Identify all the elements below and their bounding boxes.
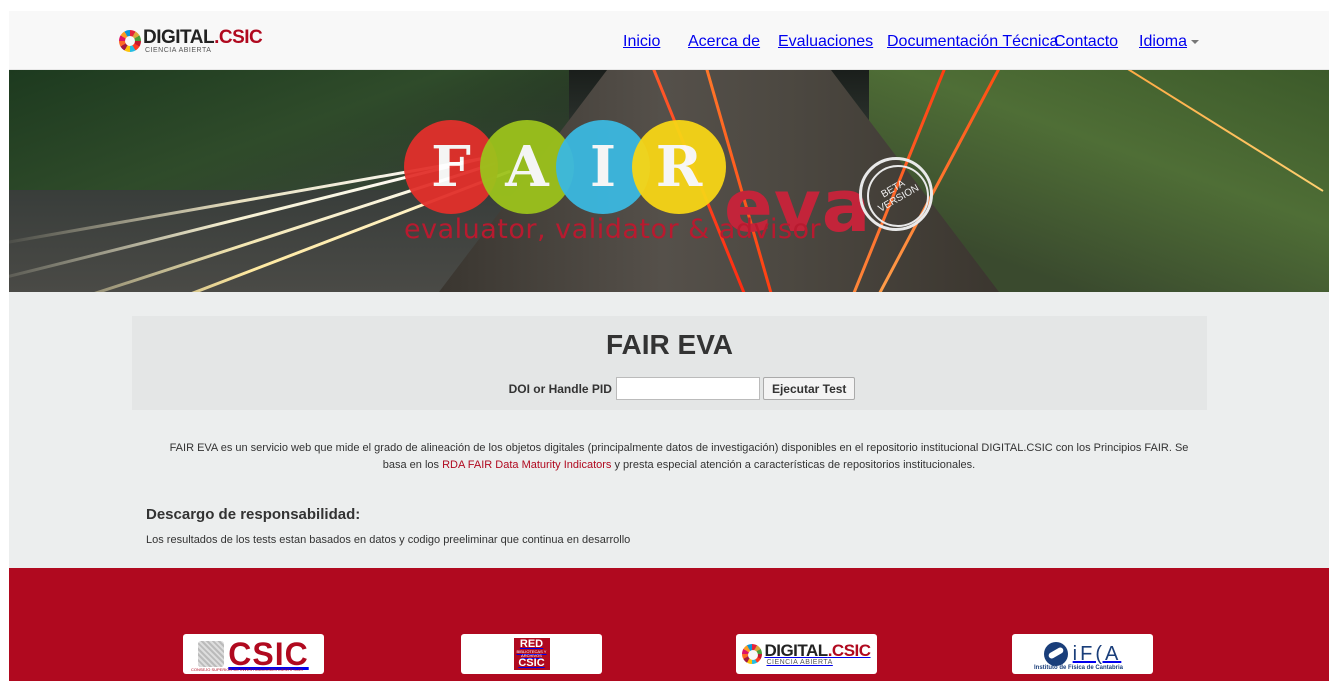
ifca-emblem-icon xyxy=(1043,642,1068,666)
red-logo-text-2: CSIC xyxy=(518,657,545,669)
fair-eva-logo: F A I R eva xyxy=(404,120,870,242)
brand-subtitle: CIENCIA ABIERTA xyxy=(145,47,212,54)
nav-idioma-label: Idioma xyxy=(1139,33,1188,50)
nav-dropdown-idioma[interactable]: Idioma xyxy=(1139,33,1200,51)
description-text-2: y presta especial atención a característ… xyxy=(611,459,976,471)
rda-indicators-link[interactable]: RDA FAIR Data Maturity Indicators xyxy=(442,459,611,471)
main-content: FAIR EVA DOI or Handle PID Ejecutar Test… xyxy=(9,292,1329,568)
digital-csic-footer-logo: DIGITAL.CSIC CIENCIA ABIERTA xyxy=(742,641,871,666)
footer: CSIC CONSEJO SUPERIOR DE INVESTIGACIONES… xyxy=(9,568,1329,681)
service-description: FAIR EVA es un servicio web que mide el … xyxy=(159,440,1199,474)
ifca-logo-subtitle: Instituto de Física de Cantabria xyxy=(1034,665,1124,671)
csic-logo-text: CSIC xyxy=(228,636,309,672)
nav-link-documentacion-tecnica[interactable]: Documentación Técnica xyxy=(887,33,1058,51)
pid-label: DOI or Handle PID xyxy=(508,381,612,396)
logo-tagline: evaluator, validator & advisor xyxy=(404,214,822,245)
sdg-wheel-icon xyxy=(119,30,141,52)
footer-logo-csic[interactable]: CSIC CONSEJO SUPERIOR DE INVESTIGACIONES… xyxy=(183,634,324,674)
brand-name-digital: DIGITAL xyxy=(143,27,215,48)
footer-logo-digital-csic[interactable]: DIGITAL.CSIC CIENCIA ABIERTA xyxy=(736,634,877,674)
logo-circle-r: R xyxy=(632,120,726,214)
beta-version-text: BETA VERSION xyxy=(876,178,921,215)
brand-logo-link[interactable]: DIGITAL.CSIC CIENCIA ABIERTA xyxy=(119,27,263,58)
ifca-logo-text: iF(A xyxy=(1072,643,1122,665)
page-title: FAIR EVA xyxy=(605,329,734,360)
brand-name-csic: .CSIC xyxy=(214,27,263,48)
evaluation-form-panel: FAIR EVA DOI or Handle PID Ejecutar Test xyxy=(132,316,1207,410)
evaluation-form: DOI or Handle PID Ejecutar Test xyxy=(132,377,1207,400)
run-test-button[interactable]: Ejecutar Test xyxy=(762,377,856,400)
disclaimer-text: Los resultados de los tests estan basado… xyxy=(146,534,631,546)
caret-down-icon xyxy=(1191,39,1200,44)
sdg-wheel-icon xyxy=(742,644,763,664)
hero-banner: F A I R eva evaluator, validator & advis… xyxy=(9,70,1329,292)
red-bibliotecas-logo: RED BIBLIOTECAS Y ARCHIVOS CSIC xyxy=(513,638,550,670)
navbar: DIGITAL.CSIC CIENCIA ABIERTA Inicio Acer… xyxy=(9,11,1329,70)
nav-link-inicio[interactable]: Inicio xyxy=(623,33,660,51)
disclaimer-heading: Descargo de responsabilidad: xyxy=(146,506,361,523)
footer-csic-text: .CSIC xyxy=(827,641,871,660)
beta-version-badge: BETA VERSION xyxy=(859,157,933,231)
footer-digital-text: DIGITAL xyxy=(764,641,828,660)
digital-csic-logo: DIGITAL.CSIC CIENCIA ABIERTA xyxy=(119,27,263,54)
nav-link-contacto[interactable]: Contacto xyxy=(1054,33,1118,51)
pid-input[interactable] xyxy=(615,377,760,400)
csic-seal-icon xyxy=(198,641,225,667)
csic-logo-subtitle: CONSEJO SUPERIOR DE INVESTIGACIONES CIEN… xyxy=(191,667,303,672)
footer-digital-subtitle: CIENCIA ABIERTA xyxy=(766,659,833,666)
nav-link-evaluaciones[interactable]: Evaluaciones xyxy=(778,33,873,51)
nav-link-acerca-de[interactable]: Acerca de xyxy=(688,33,760,51)
footer-logo-ifca[interactable]: iF(A Instituto de Física de Cantabria xyxy=(1012,634,1153,674)
footer-logo-red-bibliotecas[interactable]: RED BIBLIOTECAS Y ARCHIVOS CSIC xyxy=(461,634,602,674)
